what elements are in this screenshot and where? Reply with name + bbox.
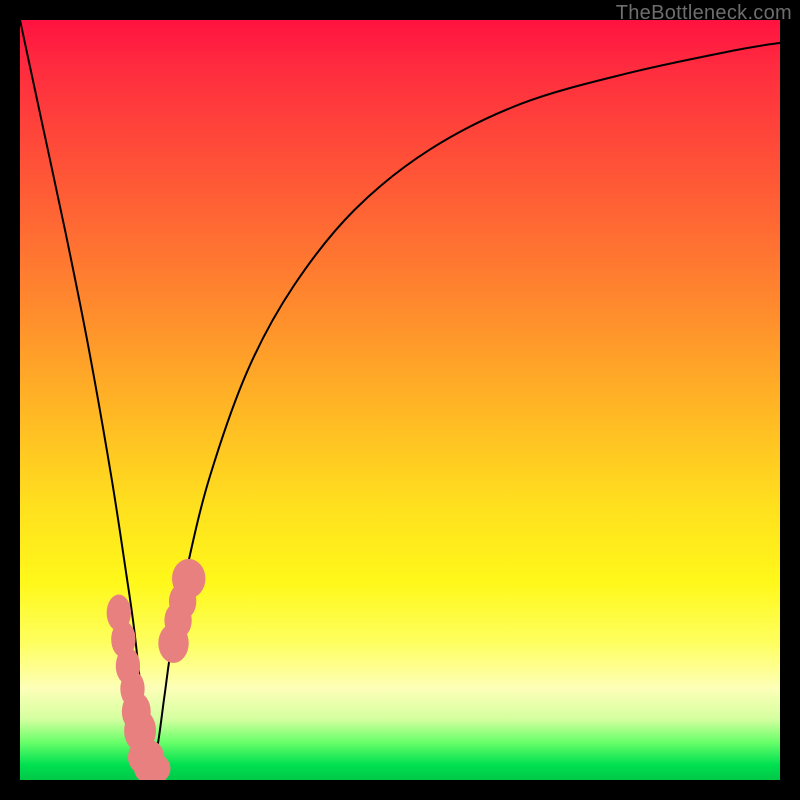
right-cluster-marker: [172, 559, 205, 599]
watermark-text: TheBottleneck.com: [616, 2, 792, 25]
curve-overlay: [20, 20, 780, 780]
chart-container: TheBottleneck.com: [0, 0, 800, 800]
plot-area: [20, 20, 780, 780]
